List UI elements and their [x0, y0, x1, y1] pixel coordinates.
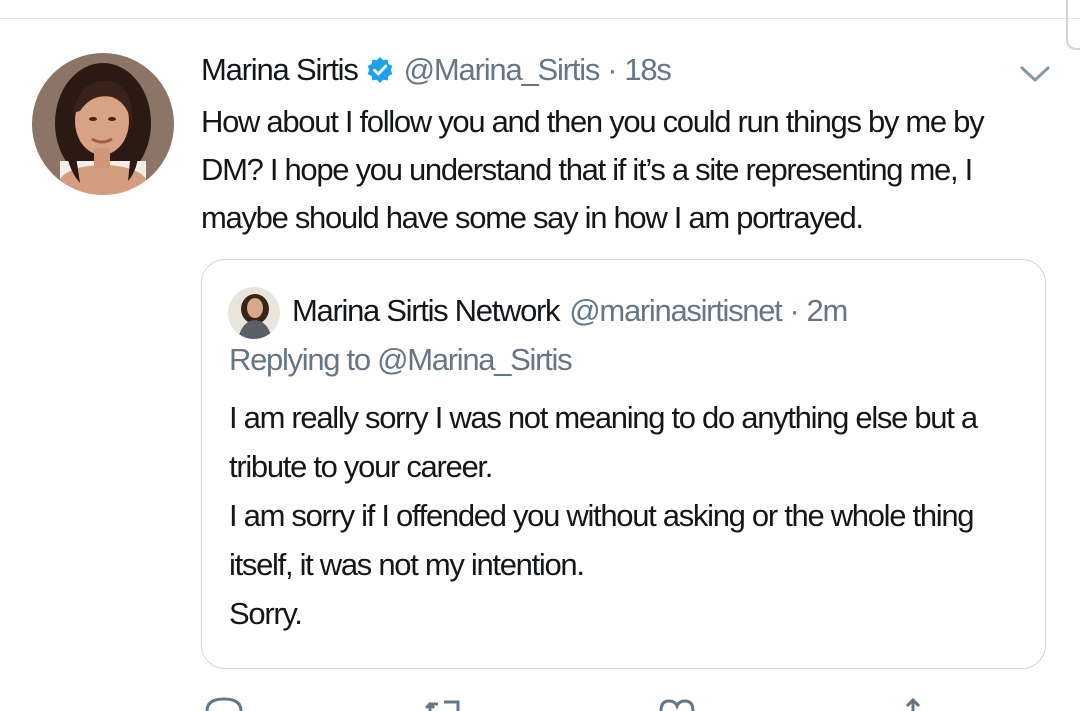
quoted-paragraph: I am really sorry I was not meaning to d… [229, 400, 978, 484]
scroll-indicator [1066, 0, 1080, 50]
quoted-tweet-header: Marina Sirtis Network @marinasirtisnet ·… [292, 288, 849, 334]
replying-to-label: Replying to [229, 342, 378, 377]
replying-to-line: Replying to @Marina_Sirtis [229, 342, 573, 378]
quoted-author-avatar-image [228, 287, 280, 339]
quoted-header-separator: · [789, 293, 800, 328]
quoted-tweet-card[interactable]: Marina Sirtis Network @marinasirtisnet ·… [201, 259, 1046, 669]
share-icon[interactable] [898, 696, 928, 711]
quoted-author-handle[interactable]: @marinasirtisnet [569, 293, 783, 329]
tweet-header: Marina Sirtis @Marina_Sirtis · 18s [201, 48, 672, 92]
author-avatar-image [32, 53, 174, 195]
quoted-paragraph: I am sorry if I offended you without ask… [229, 498, 975, 582]
replying-to-mention[interactable]: @Marina_Sirtis [377, 342, 572, 377]
header-separator: · [607, 52, 617, 87]
chevron-down-icon[interactable] [1018, 62, 1052, 86]
reply-icon[interactable] [204, 696, 244, 711]
verified-badge-icon [367, 57, 393, 83]
tweet-screen: Marina Sirtis @Marina_Sirtis · 18s How a… [0, 0, 1080, 711]
quoted-tweet-timestamp[interactable]: 2m [807, 293, 849, 329]
quoted-author-avatar[interactable] [228, 287, 280, 339]
quoted-tweet-body: I am really sorry I was not meaning to d… [229, 393, 1029, 638]
tweet-timestamp[interactable]: 18s [624, 52, 672, 88]
author-handle[interactable]: @Marina_Sirtis [404, 52, 601, 88]
tweet-actions [0, 696, 1080, 711]
heart-icon[interactable] [657, 696, 697, 711]
top-divider [0, 18, 1080, 19]
tweet-body: How about I follow you and then you coul… [201, 104, 985, 235]
author-avatar[interactable] [32, 53, 174, 195]
quoted-author-display-name[interactable]: Marina Sirtis Network [292, 293, 561, 329]
retweet-icon[interactable] [424, 696, 464, 711]
author-display-name[interactable]: Marina Sirtis [201, 52, 359, 88]
quoted-paragraph: Sorry. [229, 596, 303, 631]
